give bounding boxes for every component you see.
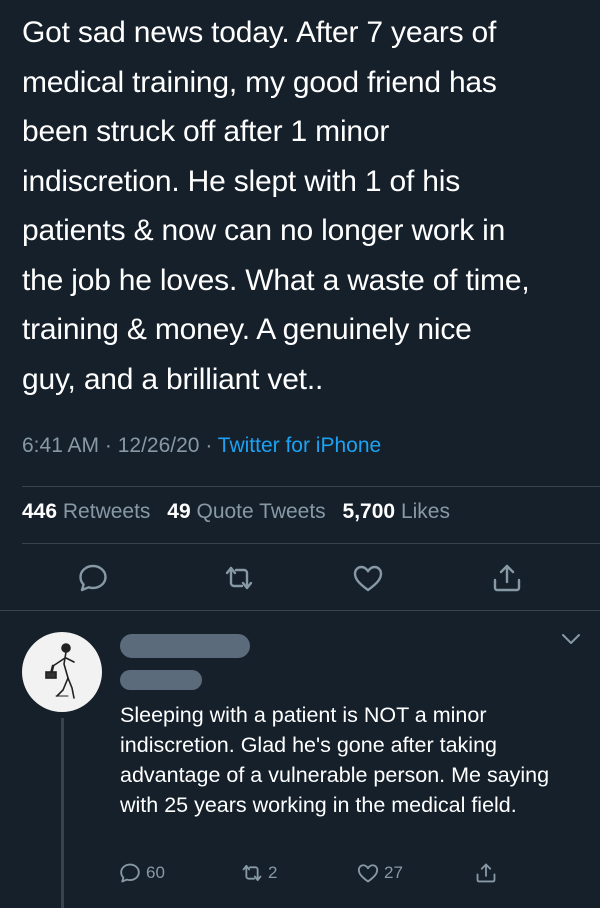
retweet-icon — [242, 865, 262, 881]
more-options-button[interactable] — [560, 632, 582, 646]
tweet-action-bar — [0, 555, 600, 601]
redacted-display-name — [120, 634, 250, 658]
like-count: 27 — [384, 863, 403, 882]
section-divider — [0, 610, 600, 611]
tweet-time: 6:41 AM — [22, 434, 100, 457]
avatar[interactable] — [22, 632, 102, 712]
reply-like-button[interactable]: 27 — [356, 860, 403, 886]
retweet-icon — [225, 566, 253, 590]
reply-icon — [120, 863, 140, 883]
reply-button[interactable] — [76, 561, 110, 595]
tweet-stats: 446 Retweets 49 Quote Tweets 5,700 Likes — [22, 500, 461, 524]
meta-separator: · — [199, 434, 218, 457]
reply-icon — [79, 564, 107, 592]
retweet-count: 2 — [268, 863, 278, 882]
reply-retweet-button[interactable]: 2 — [240, 860, 277, 886]
avatar-illustration — [45, 643, 75, 699]
redacted-username — [120, 670, 202, 690]
divider — [22, 543, 600, 544]
quote-tweets-stat[interactable]: 49 Quote Tweets — [167, 500, 325, 523]
reply-action-bar: 60 2 27 — [0, 852, 600, 892]
heart-icon — [353, 565, 383, 592]
share-icon — [493, 564, 521, 592]
reply-reply-button[interactable]: 60 — [118, 860, 165, 886]
heart-icon — [357, 864, 379, 883]
like-button[interactable] — [351, 561, 385, 595]
reply-count: 60 — [146, 863, 165, 882]
likes-stat[interactable]: 5,700 Likes — [343, 500, 450, 523]
reply-text: Sleeping with a patient is NOT a minor i… — [120, 703, 550, 817]
retweets-stat[interactable]: 446 Retweets — [22, 500, 150, 523]
tweet-source-link[interactable]: Twitter for iPhone — [218, 434, 381, 457]
tweet-metadata: 6:41 AM · 12/26/20 · Twitter for iPhone — [22, 434, 381, 458]
meta-separator: · — [99, 434, 118, 457]
retweet-button[interactable] — [222, 561, 256, 595]
share-button[interactable] — [490, 561, 524, 595]
share-icon — [476, 863, 496, 883]
divider — [22, 486, 600, 487]
tweet-text: Got sad news today. After 7 years of med… — [22, 16, 530, 396]
chevron-down-icon — [562, 634, 580, 644]
tweet-date[interactable]: 12/26/20 — [118, 434, 200, 457]
reply-share-button[interactable] — [474, 860, 498, 886]
